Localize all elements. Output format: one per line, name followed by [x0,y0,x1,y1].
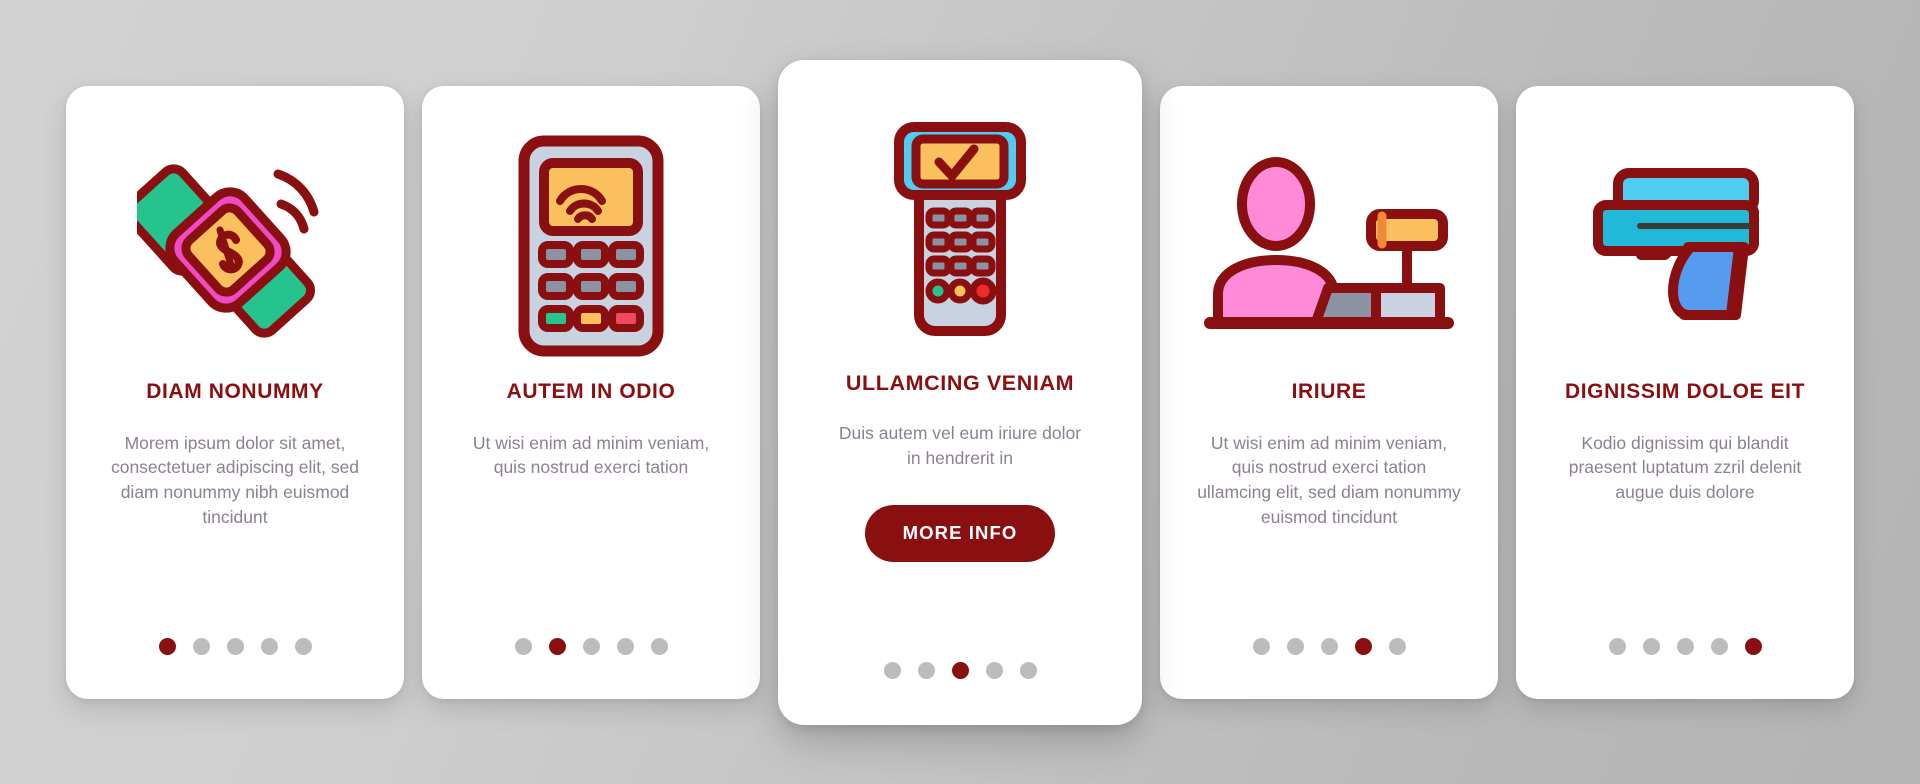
pagination-dot[interactable] [1608,637,1626,655]
card-4-title: IRIURE [1291,379,1367,403]
card-3-body: Duis autem vel eum iriure dolor in hendr… [838,423,1082,468]
pagination-dot[interactable] [917,661,935,679]
pagination-dot[interactable] [1642,637,1660,655]
onboarding-card-2[interactable]: AUTEM IN ODIO Ut wisi enim ad minim veni… [422,85,760,699]
pagination-dot[interactable] [158,637,176,655]
pagination-dot[interactable] [616,637,634,655]
pagination-dot[interactable] [1019,661,1037,679]
pagination-dot[interactable] [514,637,532,655]
card-2-pagination-dots[interactable] [422,637,760,655]
pagination-dot[interactable] [650,637,668,655]
card-1-pagination-dots[interactable] [66,637,404,655]
pagination-dot[interactable] [1286,637,1304,655]
pagination-dot[interactable] [1320,637,1338,655]
pagination-dot[interactable] [582,637,600,655]
pagination-dot[interactable] [1744,637,1762,655]
barcode-scanner-gun-icon [1578,167,1792,325]
pagination-dot[interactable] [1354,637,1372,655]
smartwatch-payment-icon [137,146,333,346]
onboarding-card-5[interactable]: DIGNISSIM DOLOE EIT Kodio dignissim qui … [1516,85,1854,699]
card-2-icon-area [442,112,740,380]
pagination-dot[interactable] [1388,637,1406,655]
onboarding-card-3-featured[interactable]: ULLAMCING VENIAM Duis autem vel eum iriu… [778,59,1142,725]
card-5-title: DIGNISSIM DOLOE EIT [1564,379,1806,403]
card-3-icon-area [798,86,1122,372]
card-1-icon-area [86,112,384,380]
card-4-icon-area [1180,112,1478,380]
pagination-dot[interactable] [548,637,566,655]
card-3-title: ULLAMCING VENIAM [845,370,1075,395]
card-5-pagination-dots[interactable] [1516,637,1854,655]
card-4-body: Ut wisi enim ad minim veniam, quis nostr… [1197,432,1461,528]
handheld-payment-terminal-approved-icon [885,121,1035,337]
pagination-dot[interactable] [294,637,312,655]
pagination-dot[interactable] [951,661,969,679]
pagination-dot[interactable] [883,661,901,679]
card-2-title: AUTEM IN ODIO [506,379,676,403]
pos-terminal-contactless-icon [518,135,664,357]
pagination-dot[interactable] [260,637,278,655]
onboarding-card-carousel: DIAM NONUMMY Morem ipsum dolor sit amet,… [0,0,1920,784]
card-5-body: Kodio dignissim qui blandit praesent lup… [1568,432,1802,503]
pagination-dot[interactable] [1710,637,1728,655]
pagination-dot[interactable] [985,661,1003,679]
pagination-dot[interactable] [226,637,244,655]
onboarding-card-4[interactable]: IRIURE Ut wisi enim ad minim veniam, qui… [1160,85,1498,699]
card-4-pagination-dots[interactable] [1160,637,1498,655]
card-2-body: Ut wisi enim ad minim veniam, quis nostr… [472,432,710,478]
card-1-title: DIAM NONUMMY [146,379,324,403]
card-3-pagination-dots[interactable] [778,661,1142,679]
more-info-button[interactable]: MORE INFO [864,504,1056,562]
cashier-cash-register-icon [1204,156,1454,336]
pagination-dot[interactable] [192,637,210,655]
onboarding-card-1[interactable]: DIAM NONUMMY Morem ipsum dolor sit amet,… [66,85,404,699]
pagination-dot[interactable] [1676,637,1694,655]
card-1-body: Morem ipsum dolor sit amet, consectetuer… [110,432,360,528]
card-5-icon-area [1536,112,1834,380]
pagination-dot[interactable] [1252,637,1270,655]
